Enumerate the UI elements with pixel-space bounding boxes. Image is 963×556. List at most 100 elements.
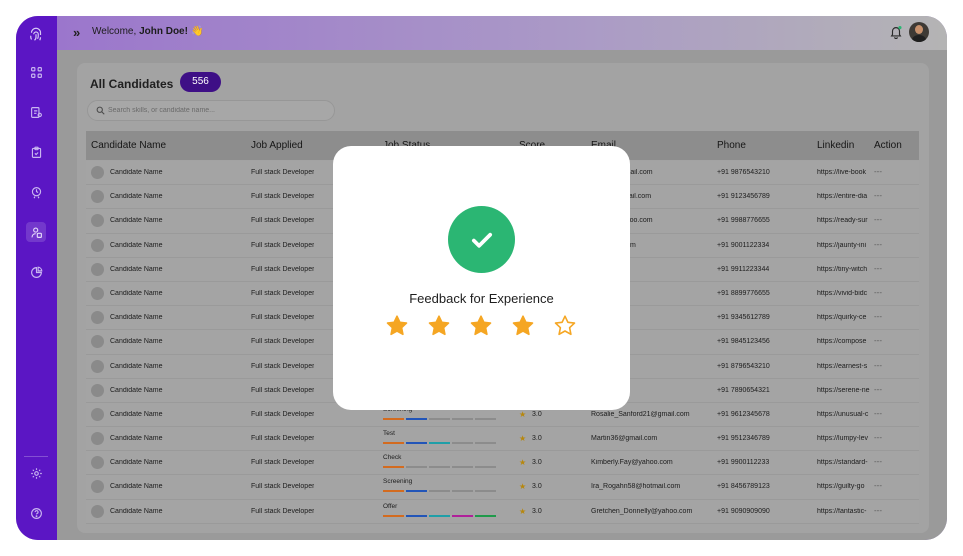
action-menu[interactable]: --- (874, 457, 882, 466)
job-applied: Full stack Developer (251, 338, 315, 346)
job-status-progress (383, 442, 496, 445)
action-menu[interactable]: --- (874, 433, 882, 442)
candidate-name[interactable]: Candidate Name (110, 483, 163, 490)
phone: +91 8796543210 (717, 362, 770, 370)
score-value: 3.0 (532, 410, 542, 418)
action-menu[interactable]: --- (874, 385, 882, 394)
action-menu[interactable]: --- (874, 264, 882, 273)
linkedin-link[interactable]: https://tiny-witch (817, 266, 871, 273)
table-row[interactable]: Candidate Name Full stack Developer Screen… (86, 475, 919, 500)
action-menu[interactable]: --- (874, 336, 882, 345)
job-applied: Full stack Developer (251, 386, 315, 394)
fingerprint-icon[interactable] (25, 24, 47, 46)
help-icon[interactable] (26, 503, 46, 523)
dashboard-icon[interactable] (26, 62, 46, 82)
phone: +91 7890654321 (717, 386, 770, 394)
action-menu[interactable]: --- (874, 191, 882, 200)
action-menu[interactable]: --- (874, 312, 882, 321)
linkedin-link[interactable]: https://guilty-go (817, 483, 871, 490)
linkedin-link[interactable]: https://unusual-c (817, 411, 871, 418)
rocket-icon[interactable] (26, 182, 46, 202)
linkedin-link[interactable]: https://entire-dia (817, 193, 871, 200)
email: Martin36@gmail.com (591, 435, 658, 443)
action-menu[interactable]: --- (874, 409, 882, 418)
phone: +91 8456789123 (717, 483, 770, 491)
action-menu[interactable]: --- (874, 506, 882, 515)
candidate-name[interactable]: Candidate Name (110, 338, 163, 345)
phone: +91 8899776655 (717, 289, 770, 297)
analytics-icon[interactable] (26, 262, 46, 282)
expand-sidebar-icon[interactable]: » (73, 25, 80, 40)
candidate-name[interactable]: Candidate Name (110, 508, 163, 515)
linkedin-link[interactable]: https://vivid-bidc (817, 290, 871, 297)
check-icon (471, 232, 492, 248)
job-applied: Full stack Developer (251, 314, 315, 322)
star-filled-icon[interactable] (511, 314, 535, 338)
linkedin-link[interactable]: https://quirky-ce (817, 314, 871, 321)
header-candidate-name[interactable]: Candidate Name (91, 140, 166, 151)
candidate-avatar (91, 262, 104, 276)
star-filled-icon[interactable] (469, 314, 493, 338)
score-star-icon: ★ (519, 506, 527, 516)
action-menu[interactable]: --- (874, 481, 882, 490)
candidate-name[interactable]: Candidate Name (110, 459, 163, 466)
star-empty-icon[interactable] (553, 314, 577, 338)
settings-icon[interactable] (26, 463, 46, 483)
table-row[interactable]: Candidate Name Full stack Developer Test ★ 3… (86, 427, 919, 452)
candidate-name[interactable]: Candidate Name (110, 314, 163, 321)
bell-icon[interactable] (889, 25, 903, 39)
candidate-name[interactable]: Candidate Name (110, 266, 163, 273)
job-applied: Full stack Developer (251, 435, 315, 443)
search-input[interactable] (108, 103, 328, 118)
email: Rosalie_Sanford21@gmail.com (591, 410, 690, 418)
star-filled-icon[interactable] (427, 314, 451, 338)
linkedin-link[interactable]: https://jaunty-ini (817, 242, 871, 249)
action-menu[interactable]: --- (874, 288, 882, 297)
candidate-avatar (91, 407, 104, 421)
action-menu[interactable]: --- (874, 361, 882, 370)
candidate-name[interactable]: Candidate Name (110, 169, 163, 176)
header-job-applied[interactable]: Job Applied (251, 140, 303, 151)
table-row[interactable]: Candidate Name Full stack Developer Check ★… (86, 451, 919, 476)
linkedin-link[interactable]: https://lumpy-lev (817, 435, 871, 442)
search-box (87, 100, 335, 121)
phone: +91 9001122334 (717, 241, 770, 249)
star-filled-icon[interactable] (385, 314, 409, 338)
user-avatar[interactable] (909, 22, 929, 42)
linkedin-link[interactable]: https://live-book (817, 169, 871, 176)
header-linkedin[interactable]: Linkedin (817, 140, 854, 151)
job-status-label: Screening (383, 478, 413, 486)
phone: +91 9612345678 (717, 410, 770, 418)
candidate-name[interactable]: Candidate Name (110, 217, 163, 224)
table-row[interactable]: Candidate Name Full stack Developer Offer ★… (86, 499, 919, 524)
linkedin-link[interactable]: https://serene-ne (817, 387, 871, 394)
candidate-name[interactable]: Candidate Name (110, 193, 163, 200)
action-menu[interactable]: --- (874, 167, 882, 176)
score-star-icon: ★ (519, 434, 527, 444)
header-phone[interactable]: Phone (717, 140, 746, 151)
linkedin-link[interactable]: https://earnest-s (817, 363, 871, 370)
linkedin-link[interactable]: https://standard- (817, 459, 871, 466)
linkedin-link[interactable]: https://fantastic- (817, 508, 871, 515)
linkedin-link[interactable]: https://compose (817, 338, 871, 345)
linkedin-link[interactable]: https://ready-sur (817, 217, 871, 224)
candidate-name[interactable]: Candidate Name (110, 363, 163, 370)
candidate-name[interactable]: Candidate Name (110, 387, 163, 394)
phone: +91 9911223344 (717, 265, 770, 273)
jobs-icon[interactable] (26, 102, 46, 122)
action-menu[interactable]: --- (874, 215, 882, 224)
candidates-icon[interactable] (26, 222, 46, 242)
candidate-avatar (91, 214, 104, 228)
candidate-name[interactable]: Candidate Name (110, 435, 163, 442)
candidate-name[interactable]: Candidate Name (110, 290, 163, 297)
phone: +91 9900112233 (717, 459, 770, 467)
candidate-name[interactable]: Candidate Name (110, 411, 163, 418)
candidate-avatar (91, 335, 104, 349)
clipboard-icon[interactable] (26, 142, 46, 162)
candidate-name[interactable]: Candidate Name (110, 242, 163, 249)
success-check-badge (448, 206, 515, 273)
action-menu[interactable]: --- (874, 240, 882, 249)
job-status-progress (383, 514, 496, 517)
job-status-progress (383, 417, 496, 420)
sidebar-divider (24, 456, 48, 457)
